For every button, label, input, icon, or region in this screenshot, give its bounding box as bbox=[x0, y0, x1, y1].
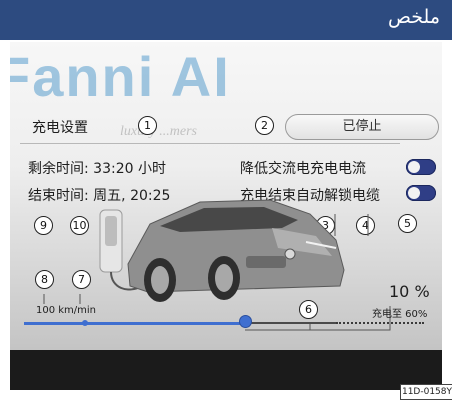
callout-6: 6 bbox=[299, 300, 318, 319]
figure-code: 11D-0158Y bbox=[400, 384, 452, 400]
charge-slider-dotted bbox=[336, 322, 424, 324]
page-title: ملخص bbox=[387, 6, 440, 28]
header-banner: ملخص bbox=[0, 0, 452, 40]
callout-8: 8 bbox=[35, 270, 54, 289]
callout-7: 7 bbox=[72, 270, 91, 289]
current-level-percent: 10 % bbox=[389, 282, 430, 301]
charging-panel: Fanni AI luxury ...mers 充电设置 1 2 已停止 剩余时… bbox=[10, 42, 442, 350]
charge-rate: 100 km/min bbox=[36, 305, 97, 316]
charge-target-label: 充电至 60% bbox=[372, 309, 428, 320]
current-level-marker bbox=[82, 320, 88, 326]
charge-slider-filled bbox=[24, 322, 245, 325]
charge-target-handle[interactable] bbox=[240, 316, 251, 327]
charge-slider-rest bbox=[245, 322, 336, 324]
charging-screen: Fanni AI luxury ...mers 充电设置 1 2 已停止 剩余时… bbox=[10, 42, 442, 390]
car-illustration bbox=[43, 199, 391, 331]
